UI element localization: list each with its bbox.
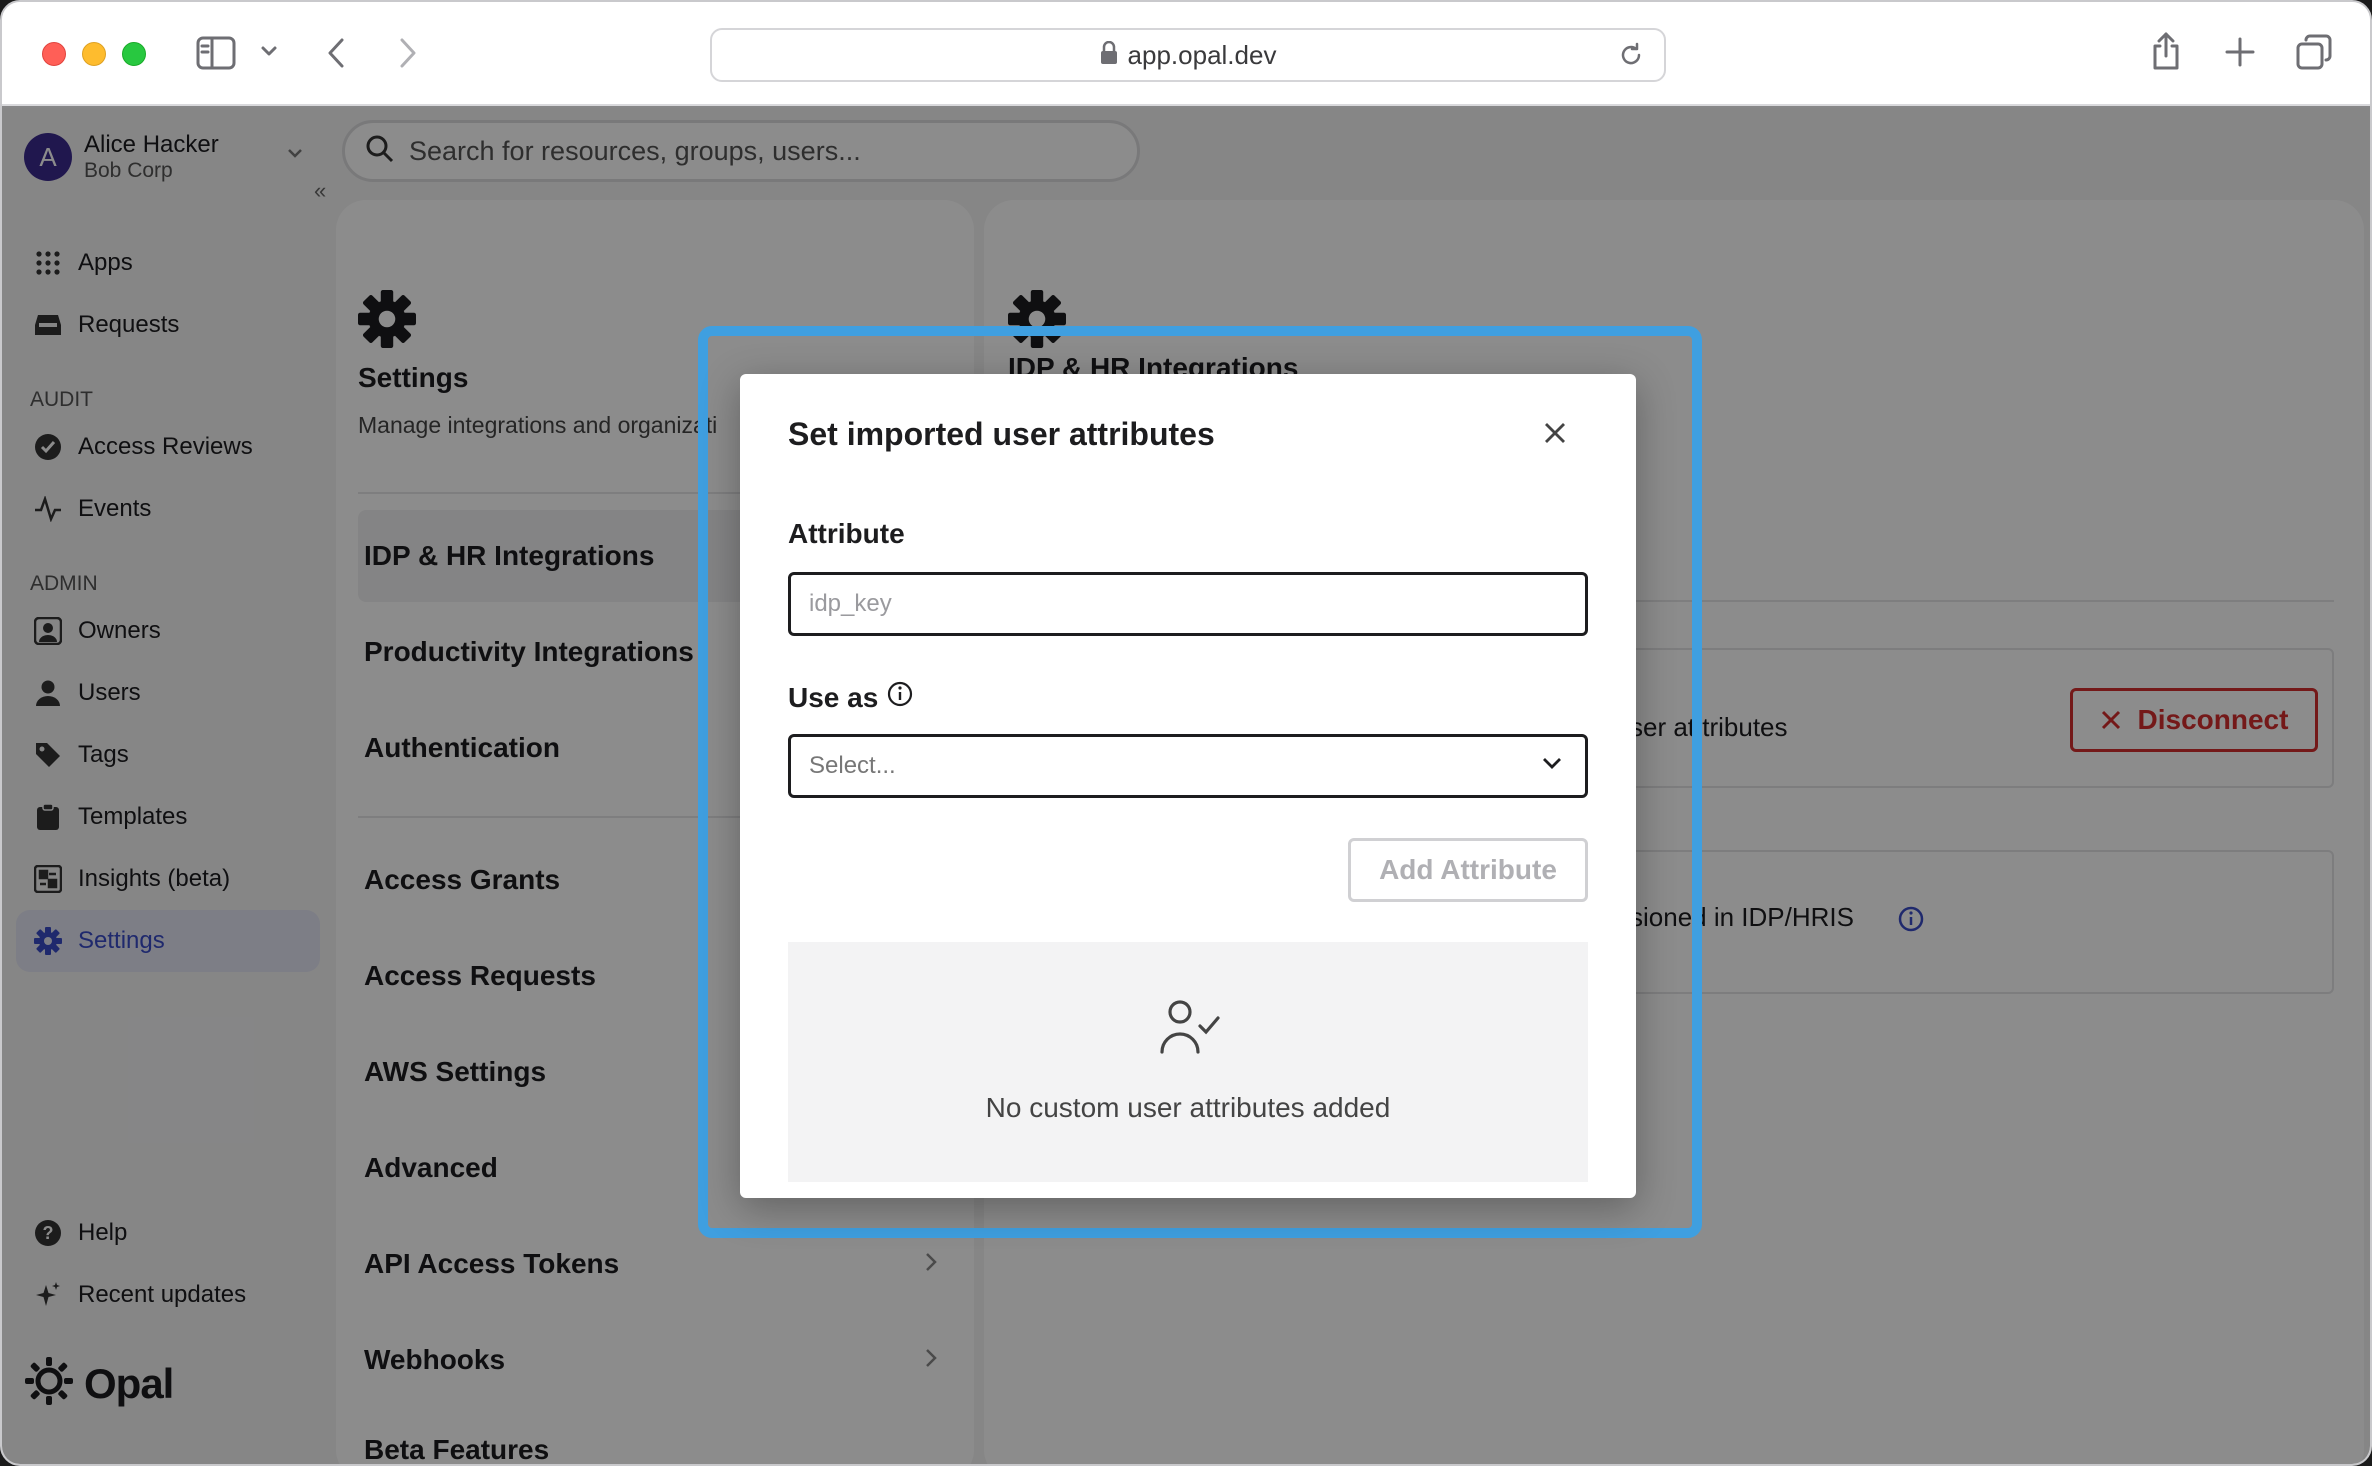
browser-window: app.opal.dev A Alice Hacker Bob Corp Sea… — [0, 0, 2372, 1466]
address-bar[interactable]: app.opal.dev — [710, 28, 1666, 82]
select-placeholder: Select... — [809, 752, 896, 779]
modal-title: Set imported user attributes — [788, 416, 1215, 452]
share-icon[interactable] — [2150, 30, 2182, 72]
back-icon[interactable] — [324, 36, 348, 70]
user-check-icon — [1158, 996, 1222, 1061]
use-as-label: Use as — [788, 680, 914, 715]
use-as-label-text: Use as — [788, 681, 879, 713]
chevron-down-icon[interactable] — [260, 44, 278, 58]
info-icon[interactable] — [886, 680, 914, 715]
sidebar-toggle-icon[interactable] — [196, 36, 236, 70]
attribute-label: Attribute — [788, 518, 905, 549]
reload-icon[interactable] — [1618, 42, 1644, 68]
empty-state: No custom user attributes added — [788, 942, 1588, 1182]
chevron-down-icon — [1541, 755, 1563, 776]
add-attribute-button[interactable]: Add Attribute — [1348, 838, 1588, 902]
tab-overview-icon[interactable] — [2296, 34, 2332, 70]
attribute-input[interactable] — [788, 572, 1588, 636]
close-window-button[interactable] — [42, 42, 66, 66]
user-attributes-modal: Set imported user attributes Attribute U… — [740, 374, 1636, 1198]
zoom-window-button[interactable] — [122, 42, 146, 66]
empty-state-text: No custom user attributes added — [985, 1092, 1391, 1123]
use-as-select[interactable]: Select... — [788, 734, 1588, 798]
lock-icon — [1100, 40, 1118, 70]
url-text: app.opal.dev — [1127, 39, 1277, 70]
close-icon[interactable] — [1540, 418, 1570, 453]
browser-toolbar: app.opal.dev — [2, 2, 2370, 106]
forward-icon[interactable] — [396, 36, 420, 70]
minimize-window-button[interactable] — [82, 42, 106, 66]
new-tab-icon[interactable] — [2224, 36, 2256, 68]
